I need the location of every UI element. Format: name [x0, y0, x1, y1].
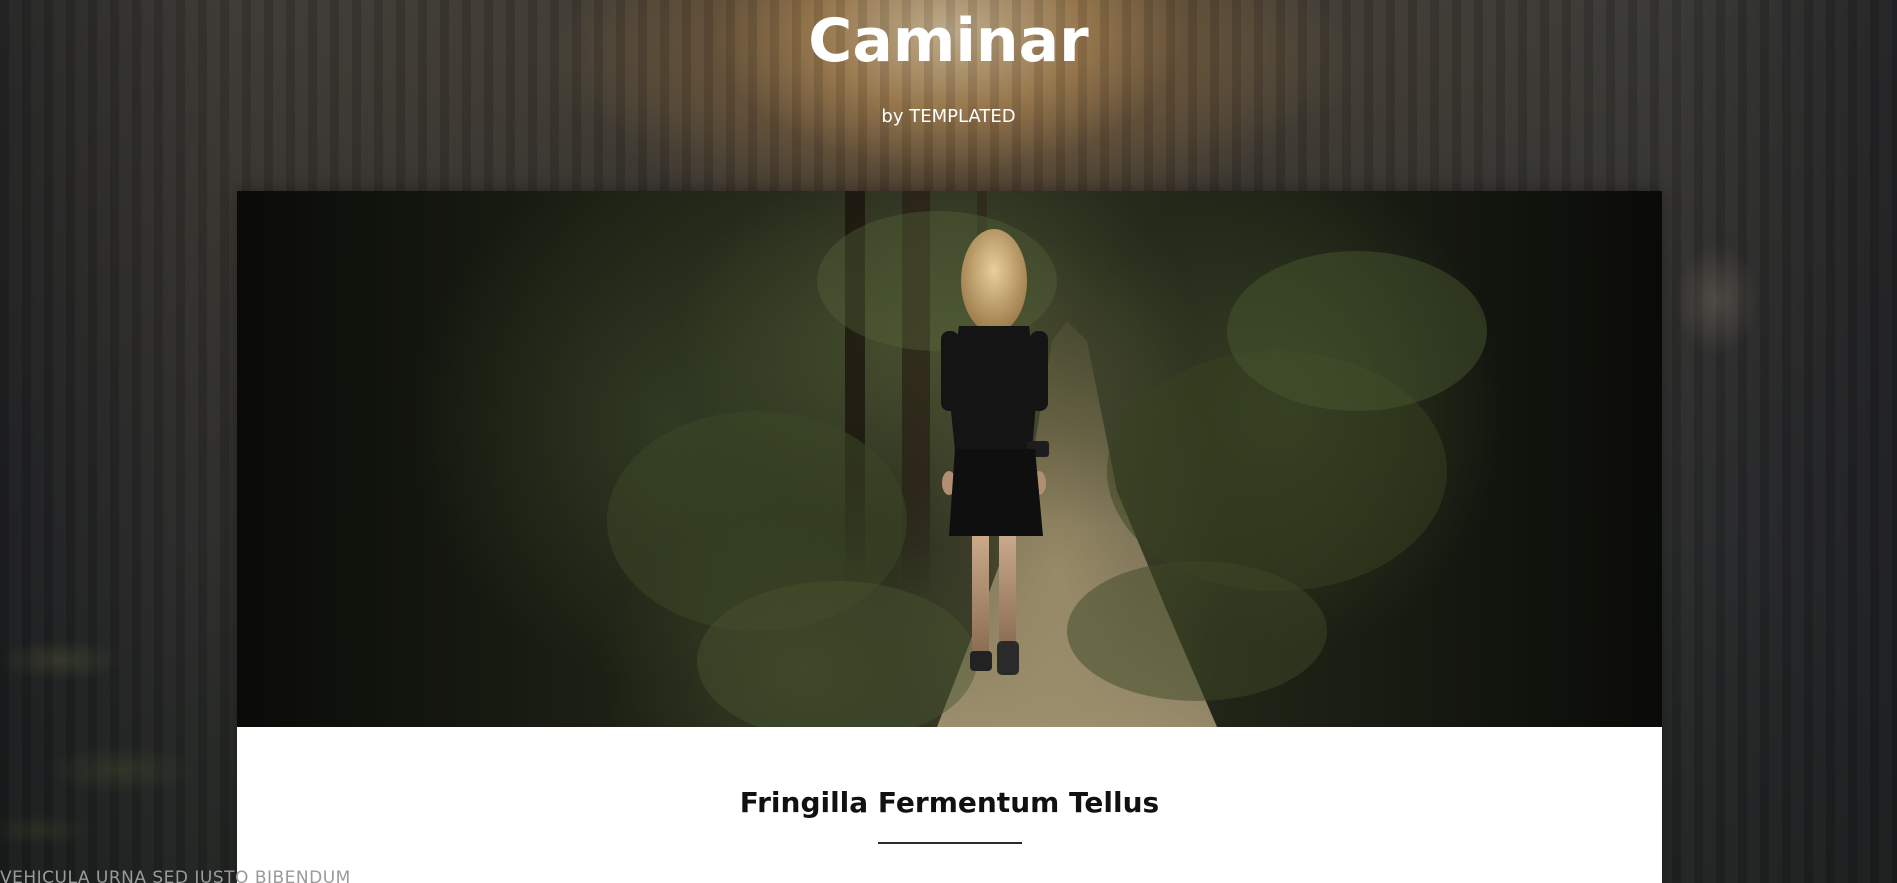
post-image[interactable]	[237, 191, 1662, 727]
site-header: Caminar by TEMPLATED	[0, 0, 1897, 190]
site-subtitle: by TEMPLATED	[881, 106, 1016, 127]
background-light-glow	[1657, 220, 1777, 380]
featured-post: Fringilla Fermentum Tellus	[237, 191, 1662, 883]
post-body: Fringilla Fermentum Tellus	[237, 727, 1662, 883]
forest-scene	[607, 211, 1487, 727]
post-title[interactable]: Fringilla Fermentum Tellus	[237, 785, 1662, 821]
background-foliage	[0, 520, 240, 883]
site-title[interactable]: Caminar	[0, 4, 1897, 78]
page: Caminar by TEMPLATED Fringilla Fermentum…	[0, 0, 1897, 883]
post-subtitle: Vehicula urna sed justo bibendum	[0, 868, 351, 883]
title-divider	[878, 842, 1022, 844]
